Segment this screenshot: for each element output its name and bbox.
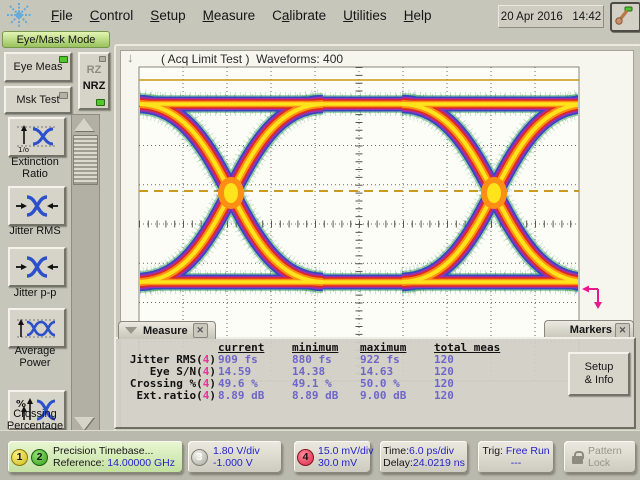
setup-info-button[interactable]: Setup& Info [568, 352, 630, 396]
crossing-percentage-label: CrossingPercentage [0, 408, 70, 432]
channel-1-badge: 1 [11, 449, 28, 466]
measure-results-panel: current minimum maximum total meas Jitte… [114, 337, 636, 429]
menu-item-calibrate[interactable]: Calibrate [272, 8, 326, 23]
menu-item-help[interactable]: Help [404, 8, 432, 23]
rz-label[interactable]: RZ [80, 64, 108, 76]
svg-text:1/o: 1/o [18, 146, 29, 152]
measure-table: current minimum maximum total meas Jitte… [122, 342, 494, 402]
channel-4-scale-button[interactable]: 4 15.0 mV/div30.0 mV [294, 441, 371, 473]
measure-close-icon[interactable]: ✕ [193, 323, 208, 338]
average-power-button[interactable] [8, 308, 66, 348]
dca-oscilloscope-app: File Control Setup Measure Calibrate Uti… [0, 0, 640, 480]
msk-test-led-off [59, 92, 68, 99]
average-power-icon [15, 314, 59, 342]
markers-tab-label: Markers [570, 324, 612, 336]
datetime-display: 20 Apr 2016 14:42 [498, 5, 604, 28]
jitter-pp-button[interactable] [8, 247, 66, 287]
jitter-rms-label: Jitter RMS [0, 225, 70, 237]
menu-item-file[interactable]: File [51, 8, 73, 23]
scroll-down-icon[interactable] [74, 417, 94, 430]
pointing-hand-icon [612, 4, 635, 26]
average-power-label: AveragePower [0, 345, 70, 369]
channel-2-badge: 2 [31, 449, 48, 466]
channel-3-badge: 3 [191, 449, 208, 466]
sidebar-scrollbar[interactable] [71, 114, 100, 434]
rz-nrz-toggle[interactable]: RZ NRZ [78, 52, 110, 110]
extinction-ratio-icon: 1/o [15, 122, 59, 152]
menu-item-measure[interactable]: Measure [203, 8, 256, 23]
rz-led-off [99, 56, 106, 62]
channel-4-badge: 4 [297, 449, 314, 466]
menu-item-utilities[interactable]: Utilities [343, 8, 387, 23]
menu-item-control[interactable]: Control [90, 8, 134, 23]
marker-arrow [582, 286, 602, 310]
jitter-rms-icon [15, 193, 59, 219]
scrollbar-thumb[interactable] [73, 135, 98, 185]
jitter-pp-icon [15, 254, 59, 280]
eye-meas-led-on [59, 56, 68, 63]
markers-close-icon[interactable]: ✕ [615, 323, 630, 338]
jitter-rms-button[interactable] [8, 186, 66, 226]
eye-meas-label: Eye Meas [14, 61, 63, 73]
lock-icon [572, 451, 584, 464]
status-bar: 1 2 Precision Timebase... Reference: 14.… [0, 430, 640, 480]
extinction-ratio-button[interactable]: 1/o [8, 117, 66, 157]
timebase-status-button[interactable]: 1 2 Precision Timebase... Reference: 14.… [8, 441, 183, 473]
measure-tab-label: Measure [143, 325, 188, 337]
nrz-label[interactable]: NRZ [80, 80, 108, 92]
pattern-lock-button[interactable]: PatternLock [564, 441, 636, 473]
jitter-pp-label: Jitter p-p [0, 287, 70, 299]
menu-item-setup[interactable]: Setup [150, 8, 185, 23]
measure-row-ext-ratio: Ext.ratio(4) 8.89 dB 8.89 dB 9.00 dB 120 [122, 390, 494, 402]
extinction-ratio-label: ExtinctionRatio [0, 156, 70, 180]
eye-mask-mode-tab[interactable]: Eye/Mask Mode [2, 31, 110, 48]
trigger-status-button[interactable]: Trig: Free Run --- [478, 441, 554, 473]
measure-tab[interactable]: Measure ✕ [118, 321, 216, 339]
collapse-chevron-icon[interactable] [125, 327, 137, 334]
nrz-led-on [96, 99, 105, 106]
channel-3-scale-button[interactable]: 3 1.80 V/div-1.000 V [188, 441, 282, 473]
menu-bar: File Control Setup Measure Calibrate Uti… [0, 0, 640, 30]
scroll-up-icon[interactable] [74, 118, 94, 131]
eye-meas-button[interactable]: Eye Meas [4, 52, 72, 82]
agilent-spark-icon [4, 1, 34, 29]
touchscreen-toggle-button[interactable] [610, 2, 640, 32]
msk-test-button[interactable]: Msk Test [4, 86, 72, 114]
msk-test-label: Msk Test [16, 94, 59, 106]
timebase-scale-button[interactable]: Time:6.0 ps/div Delay:24.0219 ns [380, 441, 468, 473]
